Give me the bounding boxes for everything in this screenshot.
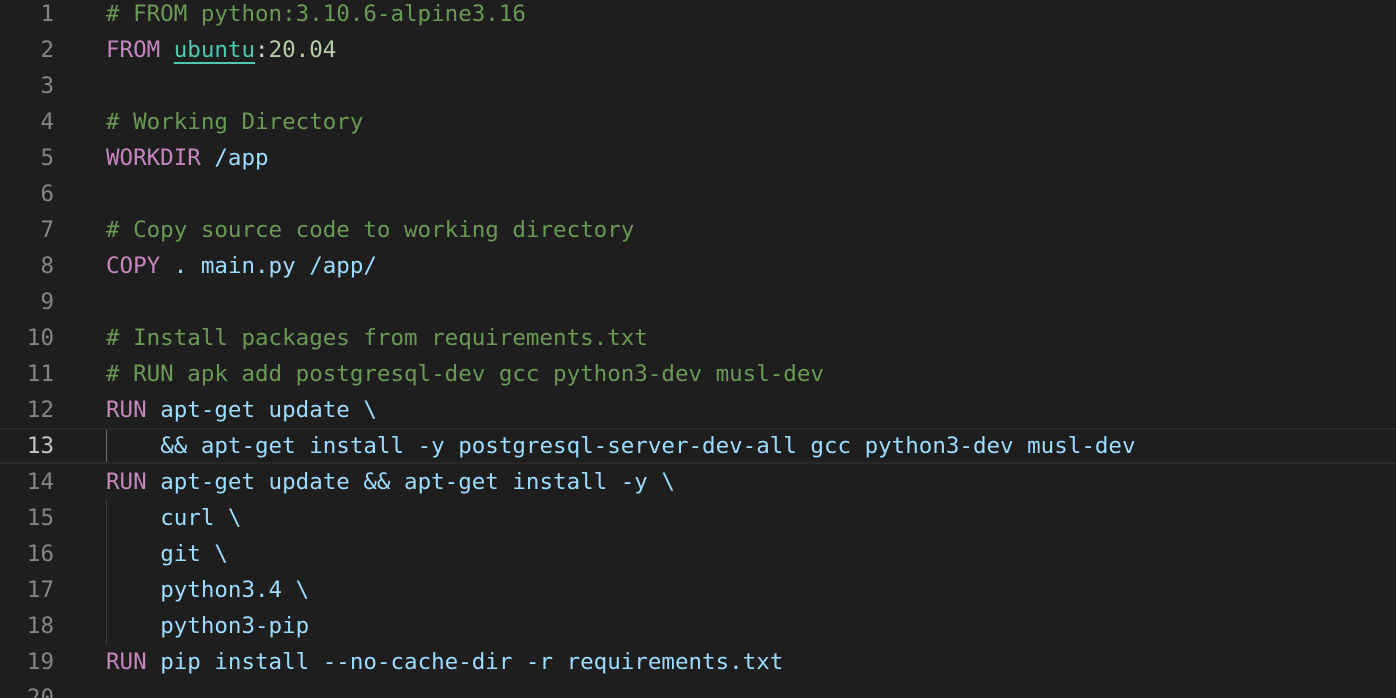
token-arg: pip install --no-cache-dir -r requiremen… xyxy=(160,649,784,675)
code-line[interactable]: 20 xyxy=(0,680,1396,698)
token-keyword: RUN xyxy=(106,469,147,495)
token-punct xyxy=(201,145,215,171)
code-line[interactable]: 11 # RUN apk add postgresql-dev gcc pytho… xyxy=(0,356,1396,392)
code-line[interactable]: 19 RUN pip install --no-cache-dir -r requ… xyxy=(0,644,1396,680)
line-number: 3 xyxy=(40,73,54,99)
line-code: COPY . main.py /app/ xyxy=(106,248,377,284)
token-arg: apt-get update \ xyxy=(160,397,377,423)
line-number: 8 xyxy=(40,253,54,279)
line-number: 15 xyxy=(26,505,54,531)
token-punct xyxy=(106,505,160,531)
token-comment: # Install packages from requirements.txt xyxy=(106,325,648,351)
line-number: 7 xyxy=(40,217,54,243)
token-tag: 20.04 xyxy=(268,37,337,63)
line-code: git \ xyxy=(106,536,228,572)
line-number: 10 xyxy=(26,325,54,351)
token-keyword: WORKDIR xyxy=(106,145,201,171)
token-punct xyxy=(147,649,161,675)
token-punct xyxy=(160,37,174,63)
line-code: RUN apt-get update && apt-get install -y… xyxy=(106,464,675,500)
line-number: 18 xyxy=(26,613,54,639)
line-number: 9 xyxy=(40,289,54,315)
line-number: 14 xyxy=(26,469,54,495)
token-arg: python3-pip xyxy=(160,613,310,639)
token-arg: python3.4 \ xyxy=(160,577,310,603)
token-arg: curl \ xyxy=(160,505,242,531)
line-code: # Install packages from requirements.txt xyxy=(106,320,648,356)
line-code: WORKDIR /app xyxy=(106,140,269,176)
line-code: curl \ xyxy=(106,500,241,536)
line-code: RUN apt-get update \ xyxy=(106,392,377,428)
code-line[interactable]: 17 python3.4 \ xyxy=(0,572,1396,608)
code-line[interactable]: 15 curl \ xyxy=(0,500,1396,536)
line-number: 16 xyxy=(26,541,54,567)
line-number: 11 xyxy=(26,361,54,387)
code-line[interactable]: 8 COPY . main.py /app/ xyxy=(0,248,1396,284)
token-comment: # RUN apk add postgresql-dev gcc python3… xyxy=(106,361,824,387)
line-code: python3.4 \ xyxy=(106,572,309,608)
line-number: 20 xyxy=(26,685,54,698)
line-code: RUN pip install --no-cache-dir -r requir… xyxy=(106,644,783,680)
line-number: 2 xyxy=(40,37,54,63)
token-comment: # FROM python:3.10.6-alpine3.16 xyxy=(106,1,526,27)
line-code: # FROM python:3.10.6-alpine3.16 xyxy=(106,0,526,32)
code-line[interactable]: 9 xyxy=(0,284,1396,320)
line-number: 6 xyxy=(40,181,54,207)
code-line[interactable]: 13 && apt-get install -y postgresql-serv… xyxy=(0,428,1396,464)
line-number: 5 xyxy=(40,145,54,171)
token-arg: && apt-get install -y postgresql-server-… xyxy=(160,433,1136,459)
code-line[interactable]: 5 WORKDIR /app xyxy=(0,140,1396,176)
line-number: 1 xyxy=(40,1,54,27)
token-arg: git \ xyxy=(160,541,228,567)
token-comment: # Working Directory xyxy=(106,109,364,135)
token-punct: : xyxy=(255,37,269,63)
line-code: # Copy source code to working directory xyxy=(106,212,634,248)
line-number: 17 xyxy=(26,577,54,603)
code-line[interactable]: 12 RUN apt-get update \ xyxy=(0,392,1396,428)
token-arg: apt-get update && apt-get install -y \ xyxy=(160,469,675,495)
code-line[interactable]: 3 xyxy=(0,68,1396,104)
line-code: && apt-get install -y postgresql-server-… xyxy=(106,430,1136,462)
code-line[interactable]: 1 # FROM python:3.10.6-alpine3.16 xyxy=(0,0,1396,32)
token-punct xyxy=(106,541,160,567)
code-line[interactable]: 10 # Install packages from requirements.t… xyxy=(0,320,1396,356)
code-line[interactable]: 7 # Copy source code to working directory xyxy=(0,212,1396,248)
token-comment: # Copy source code to working directory xyxy=(106,217,635,243)
line-code: # Working Directory xyxy=(106,104,363,140)
token-keyword: RUN xyxy=(106,397,147,423)
code-line[interactable]: 2 FROM ubuntu:20.04 xyxy=(0,32,1396,68)
code-line[interactable]: 18 python3-pip xyxy=(0,608,1396,644)
token-punct xyxy=(160,253,174,279)
token-keyword: RUN xyxy=(106,649,147,675)
line-code: python3-pip xyxy=(106,608,309,644)
code-editor[interactable]: 1 # FROM python:3.10.6-alpine3.16 2 FROM ub… xyxy=(0,0,1396,698)
line-code: FROM ubuntu:20.04 xyxy=(106,32,336,68)
code-line[interactable]: 4 # Working Directory xyxy=(0,104,1396,140)
token-arg: /app xyxy=(214,145,269,171)
token-keyword: COPY xyxy=(106,253,161,279)
code-line[interactable]: 16 git \ xyxy=(0,536,1396,572)
token-keyword: FROM xyxy=(106,37,161,63)
code-line[interactable]: 14 RUN apt-get update && apt-get install … xyxy=(0,464,1396,500)
token-punct xyxy=(106,577,160,603)
token-punct xyxy=(106,613,160,639)
token-image: ubuntu xyxy=(173,37,256,63)
token-punct xyxy=(106,433,160,459)
code-line[interactable]: 6 xyxy=(0,176,1396,212)
line-number: 19 xyxy=(26,649,54,675)
token-punct xyxy=(147,469,161,495)
line-number: 4 xyxy=(40,109,54,135)
line-number: 12 xyxy=(26,397,54,423)
line-number: 13 xyxy=(26,433,54,459)
token-punct xyxy=(147,397,161,423)
token-arg: . main.py /app/ xyxy=(173,253,377,279)
line-code: # RUN apk add postgresql-dev gcc python3… xyxy=(106,356,824,392)
